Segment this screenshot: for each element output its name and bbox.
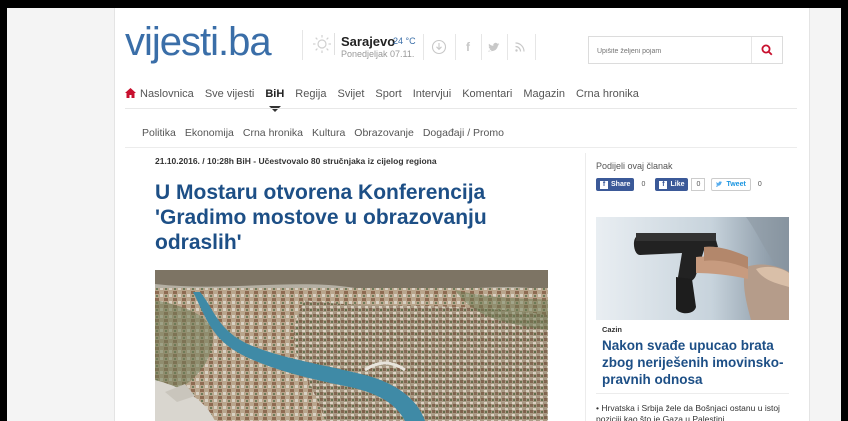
subnav-divider (125, 147, 797, 148)
tweet-button[interactable]: Tweet (711, 178, 751, 191)
share-label: Podijeli ovaj članak (596, 161, 673, 171)
subnav-item-obrazovanje[interactable]: Obrazovanje (354, 127, 414, 139)
weather-date: Ponedjeljak 07.11. (341, 49, 415, 59)
twitter-icon[interactable] (485, 38, 503, 56)
nav-item-intervjui[interactable]: Intervjui (413, 88, 452, 100)
nav-item-naslovnica[interactable]: Naslovnica (140, 88, 194, 100)
nav-item-sport[interactable]: Sport (375, 88, 401, 100)
logo-tld: ba (228, 20, 271, 64)
logo-text: vijesti (125, 20, 219, 64)
twitter-icon (716, 180, 724, 189)
nav-item-svijet[interactable]: Svijet (337, 88, 364, 100)
nav-item-magazin[interactable]: Magazin (523, 88, 565, 100)
header-divider (507, 34, 508, 60)
site-container: vijesti.ba Sarajevo 24 °C Ponedjeljak 07… (114, 8, 810, 421)
nav-item-crna-hronika[interactable]: Crna hronika (576, 88, 639, 100)
nav-divider (125, 108, 797, 109)
main-nav: Naslovnica Sve vijesti BiH Regija Svijet… (125, 84, 650, 112)
subnav-item-dogadjaji[interactable]: Događaji / Promo (423, 127, 504, 139)
browser-page: vijesti.ba Sarajevo 24 °C Ponedjeljak 07… (7, 8, 841, 421)
header-divider (481, 34, 482, 60)
header-divider (535, 34, 536, 60)
subnav-item-kultura[interactable]: Kultura (312, 127, 345, 139)
article-photo[interactable] (155, 270, 548, 421)
search-box (588, 36, 783, 65)
sidebar-list-item-text: Hrvatska i Srbija žele da Bošnjaci ostan… (596, 403, 780, 421)
article-title: U Mostaru otvorena Konferencija 'Gradimo… (155, 181, 487, 254)
nav-item-regija[interactable]: Regija (295, 88, 326, 100)
subnav-item-crna-hronika[interactable]: Crna hronika (243, 127, 303, 139)
share-button-label: Share (611, 181, 631, 188)
nav-item-sve-vijesti[interactable]: Sve vijesti (205, 88, 255, 100)
nav-item-komentari[interactable]: Komentari (462, 88, 512, 100)
header-divider (455, 34, 456, 60)
facebook-icon[interactable]: f (459, 38, 477, 56)
sub-nav: Politika Ekonomija Crna hronika Kultura … (142, 127, 513, 139)
sun-icon (312, 33, 335, 55)
sidebar-story-image[interactable] (596, 217, 789, 320)
nav-item-bih[interactable]: BiH (265, 88, 284, 112)
home-icon[interactable] (125, 87, 136, 101)
sidebar-list-item[interactable]: • Hrvatska i Srbija žele da Bošnjaci ost… (596, 403, 791, 421)
facebook-share-button[interactable]: f Share (596, 178, 635, 191)
logo-dot: . (218, 20, 229, 64)
facebook-icon: f (600, 180, 608, 189)
like-count: 0 (691, 178, 706, 191)
sidebar-story-title[interactable]: Nakon svađe upucao brata zbog neriješeni… (602, 337, 790, 388)
search-button[interactable] (751, 37, 782, 63)
subnav-item-politika[interactable]: Politika (142, 127, 176, 139)
weather-temp: 24 °C (393, 36, 416, 46)
like-button-label: Like (670, 181, 685, 188)
sidebar-divider (596, 393, 789, 394)
article-meta: 21.10.2016. / 10:28h BiH - Učestvovalo 8… (155, 156, 437, 166)
search-icon (761, 44, 773, 56)
site-logo[interactable]: vijesti.ba (125, 20, 272, 64)
facebook-icon: f (659, 180, 668, 189)
share-bar: f Share 0 f Like 0 Tweet 0 (596, 178, 772, 191)
share-count: 0 (637, 179, 650, 190)
header-divider (423, 34, 424, 60)
subnav-item-ekonomija[interactable]: Ekonomija (185, 127, 234, 139)
download-icon[interactable] (430, 38, 448, 56)
weather-city: Sarajevo (341, 34, 396, 49)
header-divider (302, 30, 303, 60)
facebook-like-button[interactable]: f Like (655, 178, 689, 191)
sidebar-story-category: Cazin (602, 325, 623, 334)
tweet-count: 0 (753, 179, 766, 190)
rss-icon[interactable] (511, 38, 529, 56)
column-divider (585, 153, 586, 421)
tweet-button-label: Tweet (726, 181, 746, 188)
search-input[interactable] (589, 37, 759, 65)
